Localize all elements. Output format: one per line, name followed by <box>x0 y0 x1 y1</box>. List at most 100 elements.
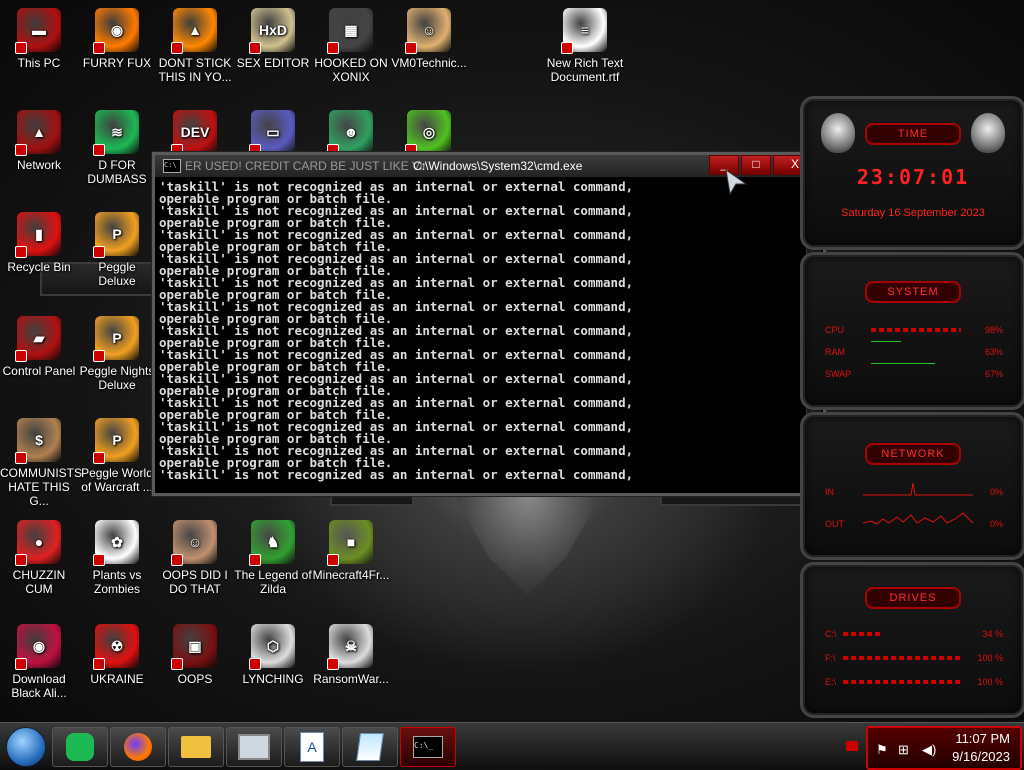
console-output[interactable]: 'taskill' is not recognized as an intern… <box>159 181 803 489</box>
desktop-icon-label: OOPS <box>177 672 213 686</box>
desktop-icon[interactable]: ● CHUZZIN CUM <box>0 520 78 596</box>
desktop-icon[interactable]: ▦ HOOKED ON XONIX <box>312 8 390 84</box>
taskbar-firefox[interactable] <box>110 727 166 767</box>
net-out-label: OUT <box>825 519 844 529</box>
app-icon: ☻ <box>327 110 373 156</box>
taskbar-system-monitor[interactable] <box>226 727 282 767</box>
app-icon: ◉ <box>15 624 61 670</box>
app-icon: ☺ <box>171 520 217 566</box>
app-icon: ▲ <box>15 110 61 156</box>
ram-row: RAM 63% <box>825 347 1003 357</box>
drive-e-label: E:\ <box>825 677 837 687</box>
app-icon: ☺ <box>405 8 451 54</box>
desktop-icon-label: The Legend of Zilda <box>234 568 312 596</box>
desktop-icon[interactable]: P Peggle Nights Deluxe <box>78 316 156 392</box>
app-icon: P <box>93 212 139 258</box>
desktop-icon[interactable]: $ COMMUNISTS HATE THIS G... <box>0 418 82 508</box>
app-icon: ▰ <box>15 316 61 362</box>
desktop-icon-label: Recycle Bin <box>7 260 71 274</box>
ram-graph-line <box>871 341 901 342</box>
swap-row: SWAP 67% <box>825 369 1003 379</box>
taskbar-cmd[interactable]: C:\_ <box>400 727 456 767</box>
volume-icon[interactable]: ◀) <box>922 742 936 758</box>
shortcut-arrow-icon <box>15 452 27 464</box>
show-hidden-icons-button[interactable] <box>846 741 858 751</box>
app-icon: $ <box>15 418 61 464</box>
desktop-icon[interactable]: ◉ FURRY FUX <box>78 8 156 70</box>
desktop-icon-label: VM0Technic... <box>391 56 467 70</box>
system-tray: ⚑ ⊞ ◀) 11:07 PM 9/16/2023 <box>866 726 1022 770</box>
desktop-icon-label: Peggle Nights Deluxe <box>79 364 155 392</box>
desktop-icon[interactable]: ■ Minecraft4Fr... <box>312 520 390 582</box>
drive-c-value: 34 % <box>982 629 1003 639</box>
desktop-icon[interactable]: ☢ UKRAINE <box>78 624 156 686</box>
desktop-icon[interactable]: ☠ RansomWar... <box>312 624 390 686</box>
spotify-icon <box>66 733 94 761</box>
monitor-icon <box>238 734 270 760</box>
shortcut-arrow-icon <box>15 350 27 362</box>
action-center-flag-icon[interactable]: ⚑ <box>876 742 888 758</box>
shortcut-arrow-icon <box>15 246 27 258</box>
shortcut-arrow-icon <box>171 658 183 670</box>
desktop-icon[interactable]: HxD SEX EDITOR <box>234 8 312 70</box>
cmd-icon: C:\_ <box>413 736 443 758</box>
notepad-icon <box>356 733 384 761</box>
cmd-titlebar[interactable]: C:\ ER USED! CREDIT CARD BE JUST LIKE Vi… <box>155 155 823 177</box>
drive-f-value: 100 % <box>977 653 1003 663</box>
desktop-icon-label: OOPS DID I DO THAT <box>162 568 228 596</box>
shortcut-arrow-icon <box>327 42 339 54</box>
app-icon: ☢ <box>93 624 139 670</box>
shortcut-arrow-icon <box>93 144 105 156</box>
shortcut-arrow-icon <box>93 658 105 670</box>
desktop-icon[interactable]: P Peggle Deluxe <box>78 212 156 288</box>
shortcut-arrow-icon <box>15 554 27 566</box>
cmd-window[interactable]: C:\ ER USED! CREDIT CARD BE JUST LIKE Vi… <box>152 152 826 496</box>
desktop-icon[interactable]: ☺ OOPS DID I DO THAT <box>156 520 234 596</box>
start-orb-button[interactable] <box>6 727 46 767</box>
desktop-icon-label: FURRY FUX <box>82 56 152 70</box>
date-display: Saturday 16 September 2023 <box>841 207 985 219</box>
taskbar-spotify[interactable] <box>52 727 108 767</box>
behind-window-text: ER USED! CREDIT CARD BE JUST LIKE Vir <box>185 159 427 173</box>
clock-display: 23:07:01 <box>856 165 970 189</box>
shortcut-arrow-icon <box>93 42 105 54</box>
system-gadget: SYSTEM CPU 98% RAM 63% SWAP 67% <box>800 252 1024 410</box>
desktop-icon[interactable]: ▬ This PC <box>0 8 78 70</box>
app-icon: DEV <box>171 110 217 156</box>
swap-label: SWAP <box>825 369 852 379</box>
taskbar-clock-date[interactable]: 9/16/2023 <box>952 749 1010 764</box>
desktop-icon[interactable]: ▰ Control Panel <box>0 316 78 378</box>
desktop-icon[interactable]: ⬡ LYNCHING <box>234 624 312 686</box>
drive-f-bar <box>843 656 963 660</box>
network-gadget: NETWORK IN 0% OUT 0% <box>800 412 1024 560</box>
desktop-icon[interactable]: ▣ OOPS <box>156 624 234 686</box>
taskbar-file-explorer[interactable] <box>168 727 224 767</box>
cmd-icon: C:\ <box>163 159 181 173</box>
desktop-icon-label: SEX EDITOR <box>236 56 310 70</box>
app-icon: P <box>93 418 139 464</box>
desktop-icon[interactable]: ≋ D FOR DUMBASS <box>78 110 156 186</box>
system-header: SYSTEM <box>865 281 961 303</box>
desktop-icon-label: Download Black Ali... <box>11 672 67 700</box>
drive-f-label: F:\ <box>825 653 836 663</box>
drives-header: DRIVES <box>865 587 961 609</box>
app-icon: ♞ <box>249 520 295 566</box>
taskbar-clock-time[interactable]: 11:07 PM <box>955 731 1010 746</box>
taskbar-wordpad[interactable]: A <box>284 727 340 767</box>
desktop-icon[interactable]: P Peggle World of Warcraft ... <box>78 418 156 494</box>
desktop-icon[interactable]: ▲ Network <box>0 110 78 172</box>
cpu-label: CPU <box>825 325 845 335</box>
desktop-icon[interactable]: ✿ Plants vs Zombies <box>78 520 156 596</box>
desktop-icon[interactable]: ☺ VM0Technic... <box>390 8 468 70</box>
desktop-icon-label: Plants vs Zombies <box>92 568 142 596</box>
desktop-icon[interactable]: ▮ Recycle Bin <box>0 212 78 274</box>
desktop-icon[interactable]: ≡ New Rich Text Document.rtf <box>546 8 624 84</box>
shortcut-arrow-icon <box>249 554 261 566</box>
network-icon[interactable]: ⊞ <box>898 742 909 758</box>
desktop-icon[interactable]: ♞ The Legend of Zilda <box>234 520 312 596</box>
net-out-graph <box>863 512 973 525</box>
desktop-icon[interactable]: ◉ Download Black Ali... <box>0 624 78 700</box>
taskbar-notepad[interactable] <box>342 727 398 767</box>
desktop-icon-label: CHUZZIN CUM <box>12 568 66 596</box>
desktop-icon[interactable]: ▲ DONT STICK THIS IN YO... <box>156 8 234 84</box>
